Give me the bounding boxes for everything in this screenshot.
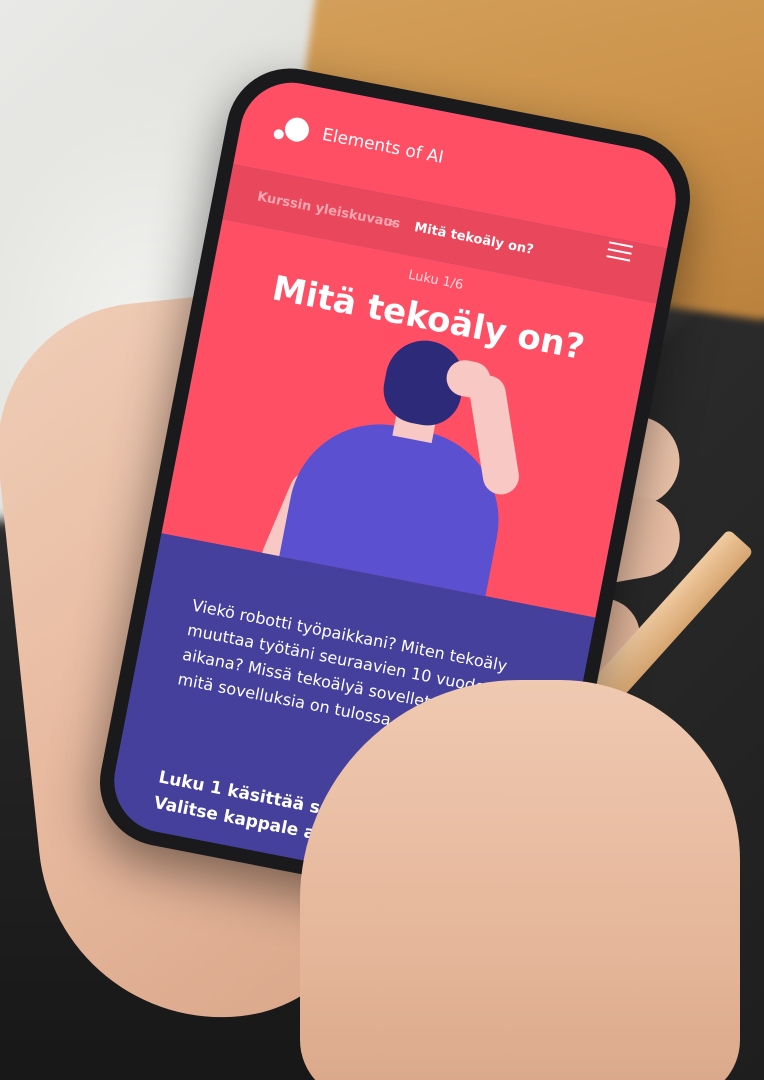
- breadcrumb-parent-link[interactable]: Kurssin yleiskuvaus: [256, 189, 402, 231]
- brand-name[interactable]: Elements of AI: [321, 125, 446, 168]
- elements-of-ai-logo-icon[interactable]: [270, 113, 315, 150]
- breadcrumb-current: Mitä tekoäly on?: [413, 220, 535, 258]
- photo-background: Elements of AI Kurssin yleiskuvaus > Mit…: [0, 0, 764, 1080]
